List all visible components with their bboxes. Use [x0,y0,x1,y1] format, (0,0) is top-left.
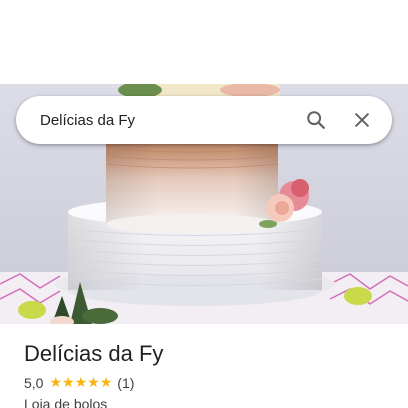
search-input[interactable]: Delícias da Fy [40,112,286,129]
star-icon: ★ [49,375,63,391]
place-title: Delícias da Fy [24,341,164,366]
maps-place-screen: Delícias da Fy Delícias da Fy 5,0 ★ ★ ★ … [0,0,408,408]
search-icon[interactable] [300,104,332,136]
star-icon: ★ [74,375,88,391]
place-category: Loja de bolos [24,396,108,408]
star-rating: ★ ★ ★ ★ ★ [49,376,112,390]
star-icon: ★ [87,375,100,391]
search-bar[interactable]: Delícias da Fy [16,96,392,144]
rating-row[interactable]: 5,0 ★ ★ ★ ★ ★ (1) [24,375,134,391]
review-count[interactable]: (1) [117,375,134,391]
star-icon: ★ [62,375,75,391]
rating-value: 5,0 [24,375,44,391]
star-icon: ★ [99,375,113,391]
close-icon[interactable] [346,104,378,136]
